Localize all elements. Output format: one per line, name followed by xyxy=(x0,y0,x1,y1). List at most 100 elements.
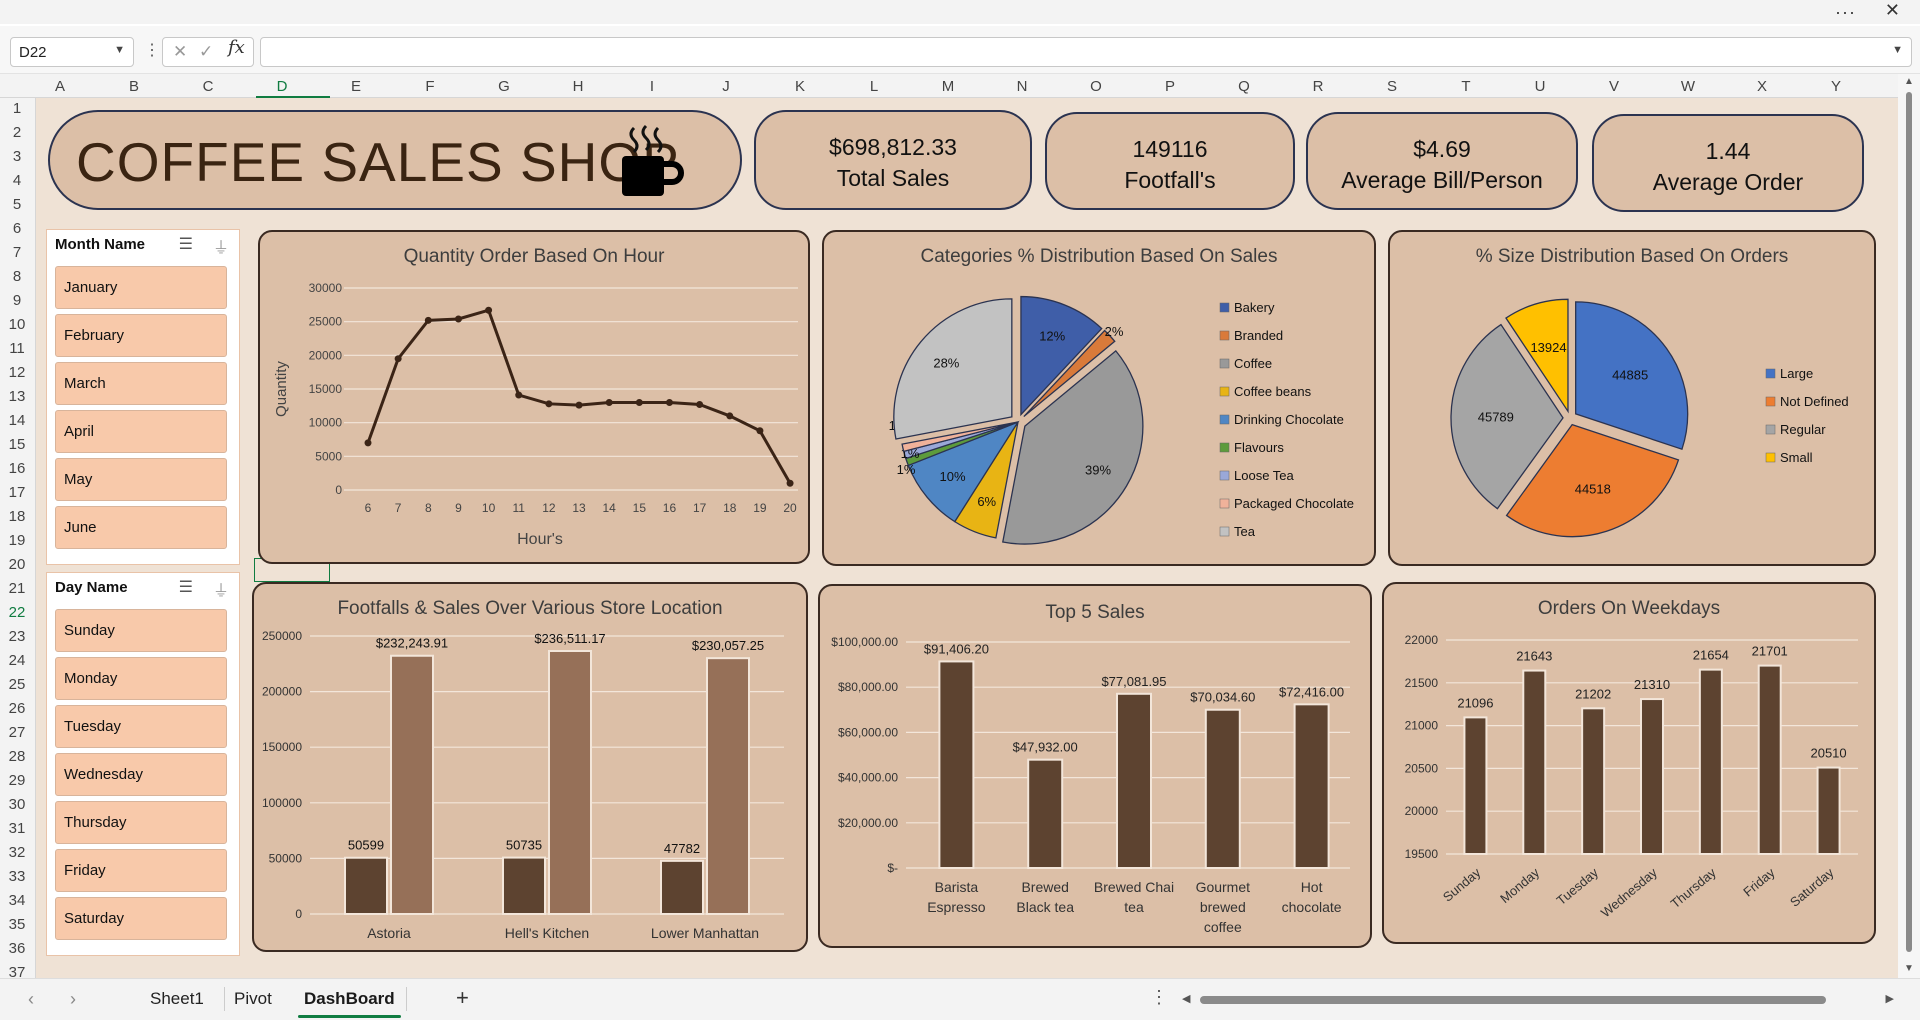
slicer-item-february[interactable]: February xyxy=(55,314,227,357)
row-header-13[interactable]: 13 xyxy=(0,388,34,405)
column-header-b[interactable]: B xyxy=(124,78,144,95)
cancel-icon[interactable]: ✕ xyxy=(173,42,187,62)
tab-pivot[interactable]: Pivot xyxy=(222,989,284,1009)
column-header-m[interactable]: M xyxy=(938,78,958,95)
row-header-27[interactable]: 27 xyxy=(0,724,34,741)
column-header-s[interactable]: S xyxy=(1382,78,1402,95)
row-header-29[interactable]: 29 xyxy=(0,772,34,789)
chevron-down-icon[interactable]: ▼ xyxy=(114,44,125,56)
slicer-item-monday[interactable]: Monday xyxy=(55,657,227,700)
column-header-f[interactable]: F xyxy=(420,78,440,95)
row-header-16[interactable]: 16 xyxy=(0,460,34,477)
row-header-19[interactable]: 19 xyxy=(0,532,34,549)
check-icon[interactable]: ✓ xyxy=(199,42,213,62)
prev-sheet-icon[interactable]: ‹ xyxy=(28,989,34,1010)
vertical-scrollbar[interactable]: ▲ ▼ xyxy=(1898,74,1920,978)
column-header-r[interactable]: R xyxy=(1308,78,1328,95)
column-header-k[interactable]: K xyxy=(790,78,810,95)
column-header-l[interactable]: L xyxy=(864,78,884,95)
column-header-j[interactable]: J xyxy=(716,78,736,95)
row-header-8[interactable]: 8 xyxy=(0,268,34,285)
vertical-scroll-thumb[interactable] xyxy=(1906,92,1912,952)
more-options-icon[interactable]: ··· xyxy=(1835,2,1856,23)
scroll-right-icon[interactable]: ▶ xyxy=(1886,992,1894,1005)
row-header-2[interactable]: 2 xyxy=(0,124,34,141)
row-header-4[interactable]: 4 xyxy=(0,172,34,189)
row-header-35[interactable]: 35 xyxy=(0,916,34,933)
row-header-24[interactable]: 24 xyxy=(0,652,34,669)
name-box[interactable]: D22 ▼ xyxy=(10,37,134,67)
slicer-item-april[interactable]: April xyxy=(55,410,227,453)
column-header-p[interactable]: P xyxy=(1160,78,1180,95)
column-header-q[interactable]: Q xyxy=(1234,78,1254,95)
clear-filter-icon[interactable]: ⏚ xyxy=(213,577,229,601)
expand-formula-icon[interactable]: ▼ xyxy=(1892,44,1903,56)
slicer-item-sunday[interactable]: Sunday xyxy=(55,609,227,652)
scroll-up-icon[interactable]: ▲ xyxy=(1904,76,1914,87)
row-header-33[interactable]: 33 xyxy=(0,868,34,885)
chart-panel-top5[interactable]: Top 5 Sales $- $20,000.00 $40,000.00 $60,00… xyxy=(818,584,1372,948)
column-header-g[interactable]: G xyxy=(494,78,514,95)
slicer-item-january[interactable]: January xyxy=(55,266,227,309)
column-header-v[interactable]: V xyxy=(1604,78,1624,95)
next-sheet-icon[interactable]: › xyxy=(70,989,76,1010)
horizontal-scrollbar[interactable]: ◀ ▶ xyxy=(1178,993,1898,1007)
row-header-26[interactable]: 26 xyxy=(0,700,34,717)
add-sheet-button[interactable]: + xyxy=(456,985,469,1011)
row-header-25[interactable]: 25 xyxy=(0,676,34,693)
row-header-31[interactable]: 31 xyxy=(0,820,34,837)
row-header-36[interactable]: 36 xyxy=(0,940,34,957)
slicer-item-march[interactable]: March xyxy=(55,362,227,405)
row-header-20[interactable]: 20 xyxy=(0,556,34,573)
row-header-3[interactable]: 3 xyxy=(0,148,34,165)
row-header-7[interactable]: 7 xyxy=(0,244,34,261)
row-header-21[interactable]: 21 xyxy=(0,580,34,597)
horizontal-scroll-thumb[interactable] xyxy=(1200,996,1826,1004)
slicer-item-may[interactable]: May xyxy=(55,458,227,501)
chart-panel-weekdays[interactable]: Orders On Weekdays 19500 20000 20500 21000 2… xyxy=(1382,582,1876,944)
chart-panel-categories[interactable]: Categories % Distribution Based On Sales… xyxy=(822,230,1376,566)
scroll-left-icon[interactable]: ◀ xyxy=(1182,992,1190,1005)
column-header-n[interactable]: N xyxy=(1012,78,1032,95)
chart-panel-size[interactable]: % Size Distribution Based On Orders 4488… xyxy=(1388,230,1876,566)
row-header-18[interactable]: 18 xyxy=(0,508,34,525)
row-header-11[interactable]: 11 xyxy=(0,340,34,357)
column-header-h[interactable]: H xyxy=(568,78,588,95)
slicer-item-friday[interactable]: Friday xyxy=(55,849,227,892)
row-header-23[interactable]: 23 xyxy=(0,628,34,645)
row-header-10[interactable]: 10 xyxy=(0,316,34,333)
column-header-a[interactable]: A xyxy=(50,78,70,95)
column-header-w[interactable]: W xyxy=(1678,78,1698,95)
slicer-item-thursday[interactable]: Thursday xyxy=(55,801,227,844)
slicer-item-wednesday[interactable]: Wednesday xyxy=(55,753,227,796)
multi-select-icon[interactable]: ☰ xyxy=(179,234,193,254)
row-header-34[interactable]: 34 xyxy=(0,892,34,909)
row-header-30[interactable]: 30 xyxy=(0,796,34,813)
multi-select-icon[interactable]: ☰ xyxy=(179,577,193,597)
close-icon[interactable]: ✕ xyxy=(1885,0,1900,21)
row-header-9[interactable]: 9 xyxy=(0,292,34,309)
tab-options-icon[interactable]: ⋮ xyxy=(1150,987,1168,1008)
scroll-down-icon[interactable]: ▼ xyxy=(1904,963,1914,974)
slicer-item-saturday[interactable]: Saturday xyxy=(55,897,227,940)
formula-bar-menu-icon[interactable]: ⋮ xyxy=(144,40,160,60)
chart-panel-hour[interactable]: Quantity Order Based On Hour 0 5000 10000 1… xyxy=(258,230,810,564)
row-header-22[interactable]: 22 xyxy=(0,604,34,621)
slicer-item-june[interactable]: June xyxy=(55,506,227,549)
formula-input[interactable]: ▼ xyxy=(260,37,1912,67)
row-header-15[interactable]: 15 xyxy=(0,436,34,453)
row-header-5[interactable]: 5 xyxy=(0,196,34,213)
column-header-c[interactable]: C xyxy=(198,78,218,95)
row-header-28[interactable]: 28 xyxy=(0,748,34,765)
column-header-y[interactable]: Y xyxy=(1826,78,1846,95)
clear-filter-icon[interactable]: ⏚ xyxy=(213,234,229,258)
column-header-e[interactable]: E xyxy=(346,78,366,95)
column-header-i[interactable]: I xyxy=(642,78,662,95)
row-header-14[interactable]: 14 xyxy=(0,412,34,429)
tab-sheet1[interactable]: Sheet1 xyxy=(138,989,216,1009)
column-header-d[interactable]: D xyxy=(272,78,292,95)
column-header-o[interactable]: O xyxy=(1086,78,1106,95)
row-header-12[interactable]: 12 xyxy=(0,364,34,381)
chart-panel-location[interactable]: Footfalls & Sales Over Various Store Loc… xyxy=(252,582,808,952)
tab-dashboard[interactable]: DashBoard xyxy=(292,989,407,1018)
